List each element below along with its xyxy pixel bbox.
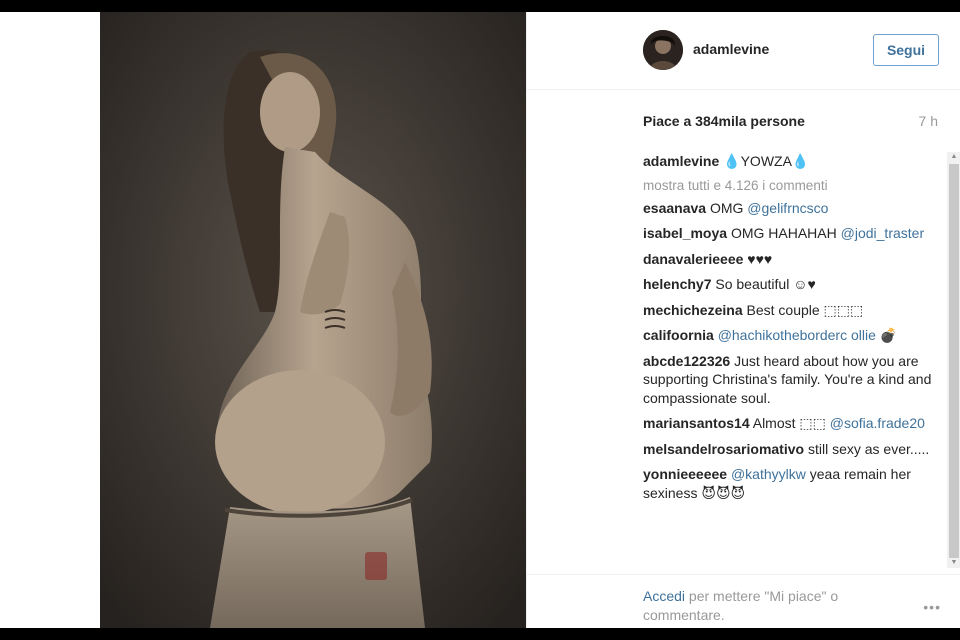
comment-text: still sexy as ever..... <box>804 440 930 457</box>
comment-item: melsandelrosariomativo still sexy as eve… <box>643 440 943 459</box>
caption: adamlevine 💧YOWZA💧 <box>643 152 943 171</box>
login-prompt: Accedi per mettere "Mi piace" o commenta… <box>643 587 883 625</box>
comment-item: califoornia @hachikotheborderc ollie 💣 <box>643 326 943 345</box>
arrow-down-icon[interactable]: ▼ <box>947 558 960 568</box>
comment-item: mechichezeina Best couple ⬚⬚⬚ <box>643 301 943 320</box>
comment-item: mariansantos14 Almost ⬚⬚ @sofia.frade20 <box>643 414 943 433</box>
avatar-image <box>643 30 683 70</box>
comment-username[interactable]: esaanava <box>643 200 706 216</box>
comment-mention[interactable]: @kathyylkw <box>731 466 806 482</box>
comment-text: ♥♥♥ <box>743 250 773 267</box>
ellipsis-icon[interactable]: ••• <box>923 599 941 615</box>
likes-count[interactable]: Piace a 384mila persone <box>643 113 805 129</box>
comment-mention[interactable]: @gelifrncsco <box>747 200 828 216</box>
comment-username[interactable]: abcde122326 <box>643 353 730 369</box>
comment-username[interactable]: isabel_moya <box>643 225 727 241</box>
comments-list: adamlevine 💧YOWZA💧 mostra tutti e 4.126 … <box>643 152 943 568</box>
comment-item: danavalerieeee ♥♥♥ <box>643 250 943 269</box>
comment-text: Almost ⬚⬚ <box>749 415 830 431</box>
comment-username[interactable]: califoornia <box>643 327 714 343</box>
comment-text: OMG <box>706 199 748 216</box>
avatar[interactable] <box>643 30 683 70</box>
comment-item: esaanava OMG @gelifrncsco <box>643 199 943 218</box>
post-header: adamlevine Segui <box>527 12 960 90</box>
comment-item: abcde122326 Just heard about how you are… <box>643 352 943 408</box>
comment-item: yonnieeeeee @kathyylkw yeaa remain her s… <box>643 465 943 502</box>
comment-item: helenchy7 So beautiful ☺♥ <box>643 275 943 294</box>
comment-username[interactable]: danavalerieeee <box>643 251 743 267</box>
view-all-comments-link[interactable]: mostra tutti e 4.126 i commenti <box>643 178 943 193</box>
caption-text: 💧YOWZA💧 <box>719 153 810 169</box>
comment-username[interactable]: mechichezeina <box>643 302 743 318</box>
caption-username[interactable]: adamlevine <box>643 153 719 169</box>
login-link[interactable]: Accedi <box>643 588 685 604</box>
comments-scrollbar[interactable]: ▲ ▼ <box>947 152 960 568</box>
comment-text: So beautiful ☺♥ <box>711 276 816 292</box>
comment-tail: 💣 <box>875 327 898 343</box>
comment-mention[interactable]: @jodi_traster <box>841 225 924 241</box>
post-author-username[interactable]: adamlevine <box>693 41 769 57</box>
post-footer: Accedi per mettere "Mi piace" o commenta… <box>527 574 960 628</box>
post-timestamp[interactable]: 7 h <box>919 113 938 129</box>
follow-button[interactable]: Segui <box>873 34 939 66</box>
post-photo[interactable] <box>100 12 526 628</box>
comment-text: Best couple ⬚⬚⬚ <box>742 301 864 318</box>
post-photo-image <box>100 12 526 628</box>
post-modal: adamlevine Segui Piace a 384mila persone… <box>0 12 960 628</box>
comment-username[interactable]: melsandelrosariomativo <box>643 441 804 457</box>
comment-mention[interactable]: @sofia.frade20 <box>830 415 925 431</box>
scrollbar-thumb[interactable] <box>949 164 959 558</box>
modal-left-margin <box>0 12 100 628</box>
post-sidebar: adamlevine Segui Piace a 384mila persone… <box>526 12 960 628</box>
arrow-up-icon[interactable]: ▲ <box>947 152 960 162</box>
comment-username[interactable]: mariansantos14 <box>643 415 750 431</box>
comment-username[interactable]: yonnieeeeee <box>643 466 727 482</box>
comment-item: isabel_moya OMG HAHAHAH @jodi_traster <box>643 224 943 243</box>
comment-username[interactable]: helenchy7 <box>643 276 711 292</box>
comment-mention[interactable]: @hachikotheborderc ollie <box>718 327 876 343</box>
comment-text: OMG HAHAHAH <box>727 225 841 241</box>
